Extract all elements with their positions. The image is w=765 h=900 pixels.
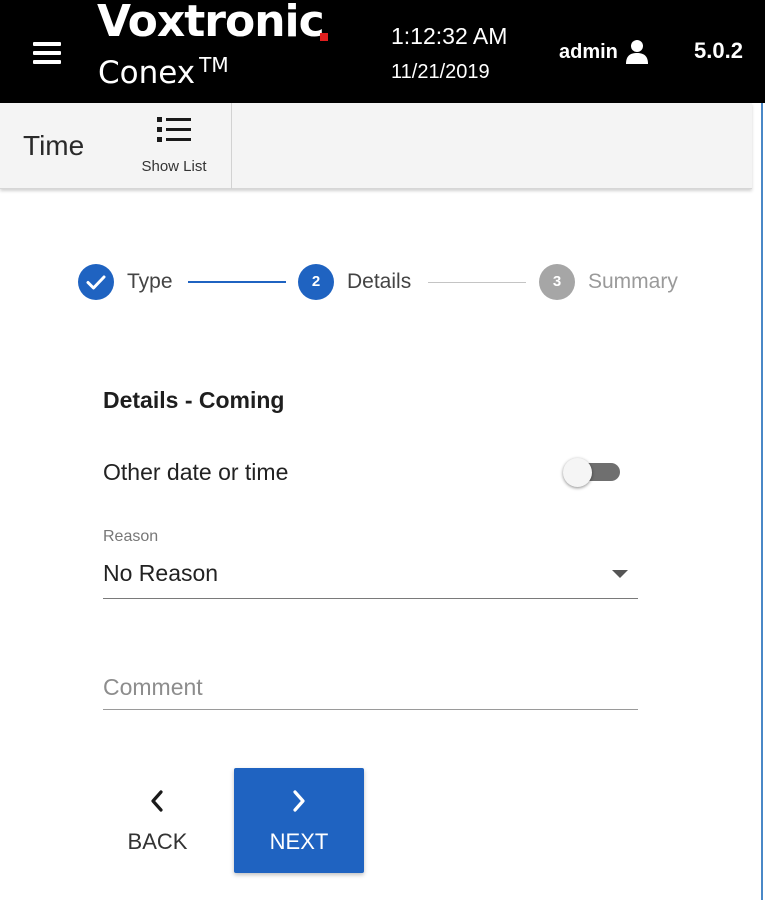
app-version: 5.0.2 [694, 38, 743, 63]
page-title: Time [23, 130, 85, 161]
product-name-text: Conex [98, 55, 196, 91]
step-connector-1 [188, 281, 286, 283]
window-edge [761, 103, 763, 900]
user-menu[interactable]: admin [559, 38, 649, 66]
step-1-check-icon [78, 264, 114, 300]
step-2-indicator: 2 [298, 264, 334, 300]
step-connector-2 [428, 282, 526, 283]
hamburger-menu-icon[interactable] [31, 40, 63, 68]
comment-input[interactable] [103, 666, 638, 710]
chevron-left-icon [151, 790, 163, 812]
step-3-indicator: 3 [539, 264, 575, 300]
reason-value: No Reason [103, 560, 219, 586]
step-3-label: Summary [588, 270, 678, 293]
clock-date: 11/21/2019 [391, 61, 490, 83]
show-list-label: Show List [141, 158, 207, 175]
reason-select[interactable]: No Reason [103, 555, 638, 599]
chevron-right-icon [293, 790, 305, 812]
next-button[interactable]: NEXT [234, 768, 364, 873]
brand-dot [320, 33, 328, 41]
reason-label: Reason [103, 528, 159, 545]
toggle-knob [563, 458, 592, 487]
app-header: Voxtronic Conex TM 1:12:32 AM 11/21/2019 … [0, 0, 765, 103]
section-title: Details - Coming [103, 387, 285, 413]
step-1-label: Type [127, 270, 173, 293]
brand-logo: Voxtronic [97, 0, 325, 47]
back-label: BACK [127, 829, 188, 854]
other-date-toggle-label: Other date or time [103, 459, 289, 485]
list-icon [157, 117, 191, 142]
trademark-mark: TM [199, 53, 229, 77]
dropdown-arrow-icon [612, 570, 628, 578]
step-2-label: Details [347, 270, 412, 293]
user-name: admin [559, 40, 618, 63]
product-name: Conex TM [98, 53, 229, 93]
clock-time: 1:12:32 AM [391, 23, 508, 49]
back-button[interactable]: BACK [110, 768, 205, 873]
next-label: NEXT [269, 829, 329, 854]
show-list-button[interactable]: Show List [116, 103, 232, 189]
page-toolbar: Time Show List [0, 103, 752, 189]
user-icon [625, 40, 648, 64]
other-date-toggle[interactable] [562, 456, 622, 490]
